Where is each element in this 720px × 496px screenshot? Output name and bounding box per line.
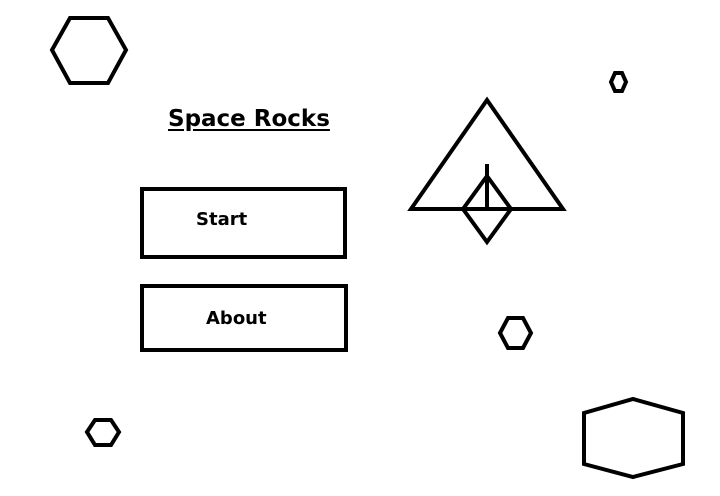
start-button[interactable]: Start <box>140 187 347 259</box>
space-scene <box>49 16 685 480</box>
asteroid-large-bottom-right <box>582 396 685 480</box>
asteroid-tiny-top-right <box>608 71 629 93</box>
about-button[interactable]: About <box>140 284 348 352</box>
start-button-label: Start <box>196 209 248 230</box>
game-title: Space Rocks <box>168 106 330 132</box>
about-button-label: About <box>206 308 267 329</box>
spaceship-icon <box>407 96 567 246</box>
game-menu-screen: Space Rocks Start About <box>0 0 720 496</box>
asteroid-large-top-left <box>49 16 129 85</box>
asteroid-small-bottom-left <box>84 418 122 447</box>
asteroid-small-center <box>497 316 534 350</box>
